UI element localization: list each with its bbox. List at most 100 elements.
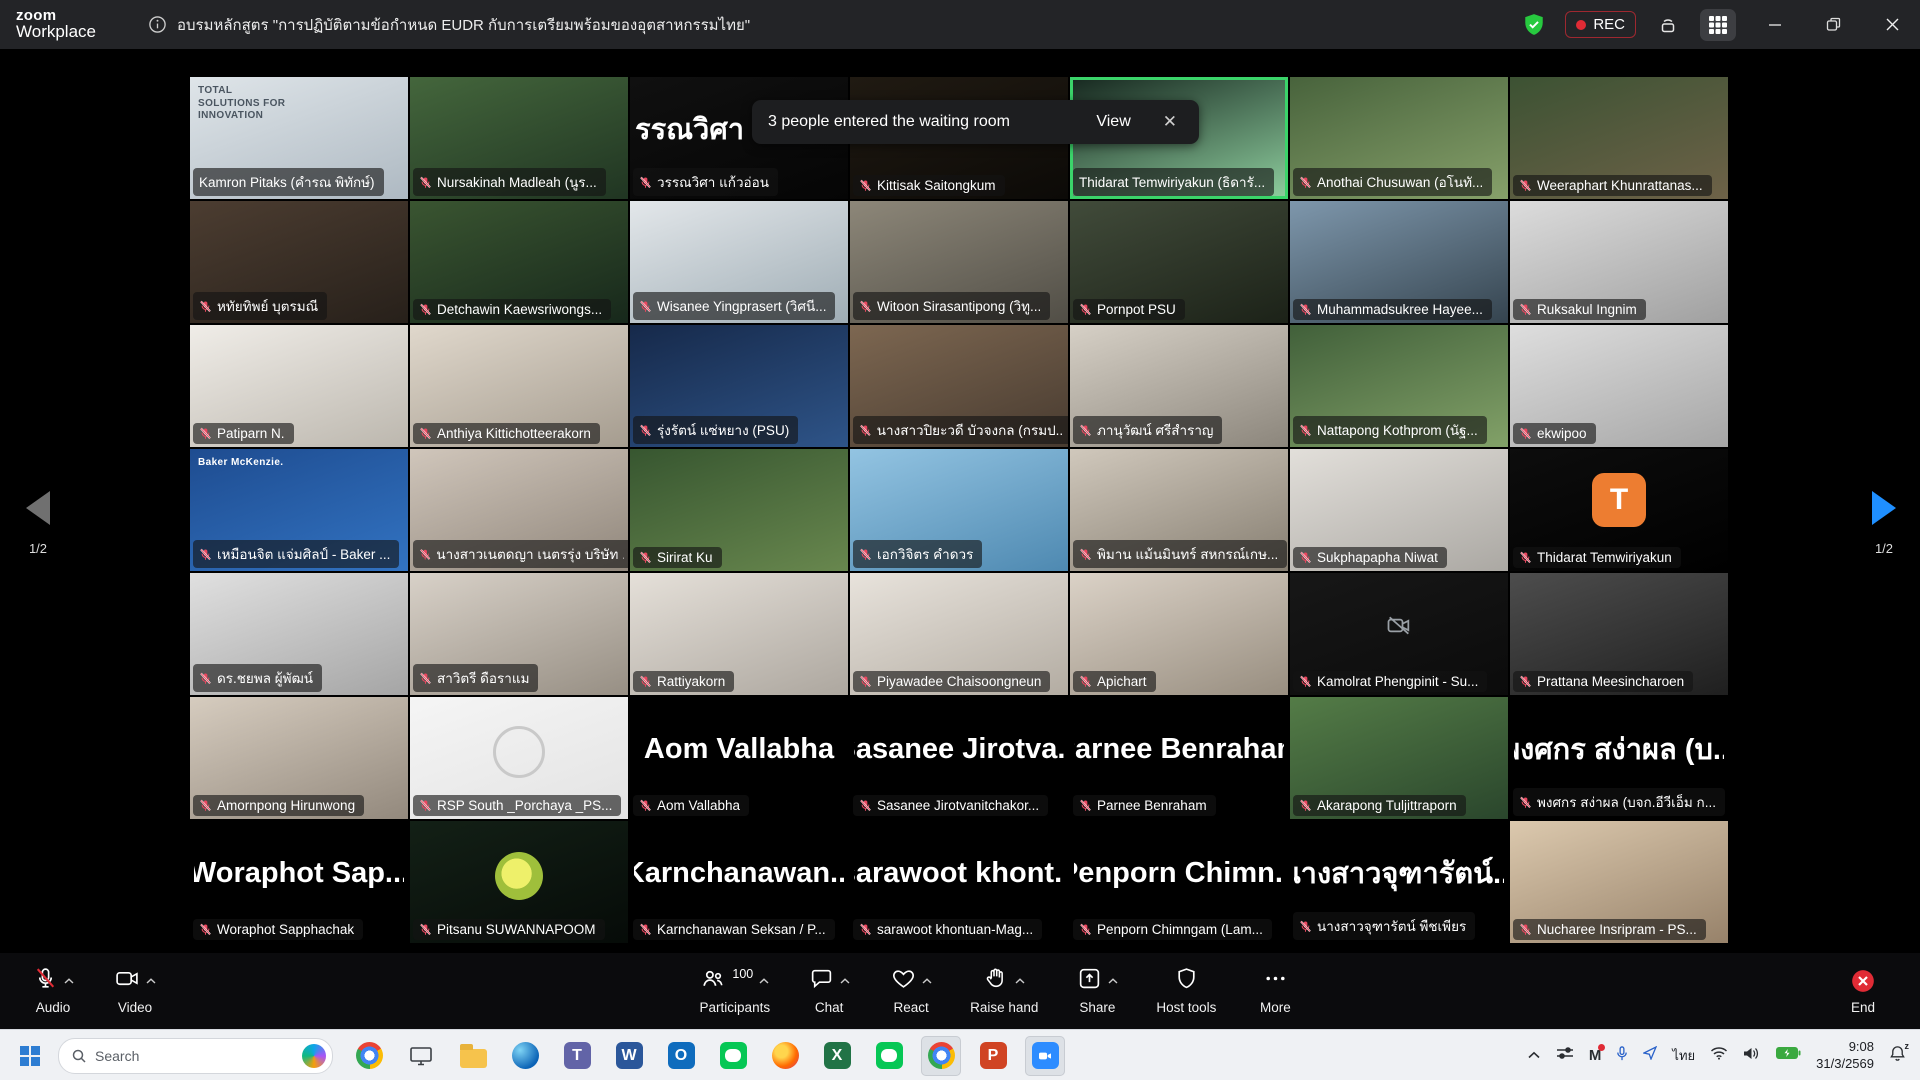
chat-button[interactable]: Chat	[806, 967, 852, 1015]
participant-tile[interactable]: Karnchanawan...Karnchanawan Seksan / P..…	[630, 821, 848, 943]
participant-tile[interactable]: Penporn Chimn...Penporn Chimngam (Lam...	[1070, 821, 1288, 943]
participant-tile[interactable]: Piyawadee Chaisoongneun	[850, 573, 1068, 695]
participant-tile[interactable]: Pornpot PSU	[1070, 201, 1288, 323]
participant-tile[interactable]: Prattana Meesincharoen	[1510, 573, 1728, 695]
participant-tile[interactable]: Nursakinah Madleah (นูร...	[410, 77, 628, 199]
participant-tile[interactable]: Akarapong Tuljittraporn	[1290, 697, 1508, 819]
more-icon[interactable]	[1263, 966, 1288, 996]
cast-to-device-icon[interactable]	[1656, 13, 1680, 37]
participant-tile[interactable]: Sirirat Ku	[630, 449, 848, 571]
chevron-up-icon[interactable]	[64, 978, 74, 984]
audio-button[interactable]: Audio	[30, 967, 76, 1015]
participant-tile[interactable]: Ruksakul Ingnim	[1510, 201, 1728, 323]
search-highlights-icon[interactable]	[302, 1044, 326, 1068]
zoom-icon[interactable]	[1025, 1036, 1065, 1076]
participant-tile[interactable]: สาวิตรี ดือราแม	[410, 573, 628, 695]
wifi-icon[interactable]	[1710, 1046, 1728, 1065]
file-explorer-icon[interactable]	[453, 1036, 493, 1076]
chrome-icon[interactable]	[349, 1036, 389, 1076]
participant-tile[interactable]: ภานุวัฒน์ ศรีสำราญ	[1070, 325, 1288, 447]
minimize-button[interactable]	[1756, 12, 1794, 38]
video-icon[interactable]	[114, 966, 140, 996]
participant-tile[interactable]: นางสาวปิยะวดี บัวจงกล (กรมป...	[850, 325, 1068, 447]
host-tools-button[interactable]: Host tools	[1156, 967, 1216, 1015]
participant-tile[interactable]: นางสาวเนตดญา เนตรรุ่ง บริษัท ...	[410, 449, 628, 571]
participant-tile[interactable]: พงศกร สง่าผล (บ...พงศกร สง่าผล (บจก.อีวี…	[1510, 697, 1728, 819]
participants-button[interactable]: 100Participants	[700, 967, 771, 1015]
participant-tile[interactable]: ekwipoo	[1510, 325, 1728, 447]
participant-tile[interactable]: Baker McKenzie.เหมือนจิต แจ่มศิลป์ - Bak…	[190, 449, 408, 571]
video-button[interactable]: Video	[112, 967, 158, 1015]
recording-indicator[interactable]: REC	[1565, 11, 1636, 38]
participant-tile[interactable]: รุ่งรัตน์ แซ่หยาง (PSU)	[630, 325, 848, 447]
participant-tile[interactable]: Weeraphart Khunrattanas...	[1510, 77, 1728, 199]
powerpoint-icon[interactable]: P	[973, 1036, 1013, 1076]
next-page-control[interactable]: 1/2	[1862, 491, 1906, 556]
participant-tile[interactable]: Patiparn N.	[190, 325, 408, 447]
microphone-tray-icon[interactable]	[1616, 1046, 1628, 1066]
chrome-2-icon[interactable]	[921, 1036, 961, 1076]
word-icon[interactable]: W	[609, 1036, 649, 1076]
participant-tile[interactable]: Parnee BenrahamParnee Benraham	[1070, 697, 1288, 819]
line-2-icon[interactable]	[869, 1036, 909, 1076]
edge-icon[interactable]	[505, 1036, 545, 1076]
previous-page-arrow-icon[interactable]	[26, 491, 50, 525]
more-button[interactable]: More	[1252, 967, 1298, 1015]
participant-tile[interactable]: Sasanee Jirotva...Sasanee Jirotvanitchak…	[850, 697, 1068, 819]
participant-tile[interactable]: Woraphot Sap...Woraphot Sapphachak	[190, 821, 408, 943]
screen-mirror-icon[interactable]	[401, 1036, 441, 1076]
start-button[interactable]	[12, 1038, 48, 1074]
participant-tile[interactable]: Kamolrat Phengpinit - Su...	[1290, 573, 1508, 695]
participant-tile[interactable]: Nucharee Insripram - PS...	[1510, 821, 1728, 943]
app-notification-icon[interactable]: M	[1589, 1047, 1602, 1064]
close-icon[interactable]	[1873, 11, 1912, 38]
participant-tile[interactable]: sarawoot khont...sarawoot khontuan-Mag..…	[850, 821, 1068, 943]
participant-tile[interactable]: Nattapong Kothprom (นัฐ...	[1290, 325, 1508, 447]
taskbar-clock[interactable]: 9:08 31/3/2569	[1816, 1039, 1874, 1072]
location-arrow-icon[interactable]	[1643, 1046, 1657, 1065]
audio-icon[interactable]	[33, 966, 58, 996]
participant-tile[interactable]: RSP South _Porchaya _PS...	[410, 697, 628, 819]
chevron-up-icon[interactable]	[840, 978, 850, 984]
participant-tile[interactable]: Amornpong Hirunwong	[190, 697, 408, 819]
participant-tile[interactable]: ดร.ชยพล ผู้พัฒน์	[190, 573, 408, 695]
participant-tile[interactable]: เอกวิจิตร คำดวร	[850, 449, 1068, 571]
notification-bell-icon[interactable]: z	[1889, 1045, 1906, 1067]
chevron-up-icon[interactable]	[759, 978, 769, 984]
line-icon[interactable]	[713, 1036, 753, 1076]
participant-tile[interactable]: Anthiya Kittichotteerakorn	[410, 325, 628, 447]
participant-tile[interactable]: Rattiyakorn	[630, 573, 848, 695]
participant-tile[interactable]: Anothai Chusuwan (อโนทั...	[1290, 77, 1508, 199]
participant-tile[interactable]: Aom VallabhaAom Vallabha	[630, 697, 848, 819]
language-indicator[interactable]: ไทย	[1672, 1045, 1695, 1066]
participant-tile[interactable]: Muhammadsukree Hayee...	[1290, 201, 1508, 323]
settings-sliders-icon[interactable]	[1556, 1046, 1574, 1065]
raise-hand-button[interactable]: Raise hand	[970, 967, 1038, 1015]
host-tools-icon[interactable]	[1174, 966, 1199, 996]
participant-tile[interactable]: Apichart	[1070, 573, 1288, 695]
participant-tile[interactable]: Witoon Sirasantipong (วิทู...	[850, 201, 1068, 323]
outlook-icon[interactable]: O	[661, 1036, 701, 1076]
next-page-arrow-icon[interactable]	[1872, 491, 1896, 525]
react-icon[interactable]	[891, 966, 916, 996]
participant-tile[interactable]: Pitsanu SUWANNAPOOM	[410, 821, 628, 943]
close-notification-icon[interactable]: ✕	[1157, 108, 1183, 136]
battery-icon[interactable]	[1775, 1046, 1801, 1065]
chevron-up-icon[interactable]	[1108, 978, 1118, 984]
chevron-up-icon[interactable]	[1015, 978, 1025, 984]
excel-icon[interactable]: X	[817, 1036, 857, 1076]
search-input[interactable]: Search	[58, 1038, 333, 1074]
tray-expand-chevron-icon[interactable]	[1527, 1047, 1541, 1065]
participants-icon[interactable]	[700, 966, 726, 996]
participant-tile[interactable]: พิมาน แม้นมินทร์ สหกรณ์เกษ...	[1070, 449, 1288, 571]
end-button[interactable]: End	[1840, 967, 1886, 1015]
chevron-up-icon[interactable]	[922, 978, 932, 984]
share-button[interactable]: Share	[1074, 967, 1120, 1015]
gallery-view-icon[interactable]	[1700, 9, 1736, 41]
restore-button[interactable]	[1814, 11, 1853, 38]
participant-tile[interactable]: TOTAL SOLUTIONS FOR INNOVATIONKamron Pit…	[190, 77, 408, 199]
participant-tile[interactable]: หทัยทิพย์ บุตรมณี	[190, 201, 408, 323]
chevron-up-icon[interactable]	[146, 978, 156, 984]
participant-tile[interactable]: TThidarat Temwiriyakun	[1510, 449, 1728, 571]
view-waiting-room-button[interactable]: View	[1088, 109, 1138, 135]
